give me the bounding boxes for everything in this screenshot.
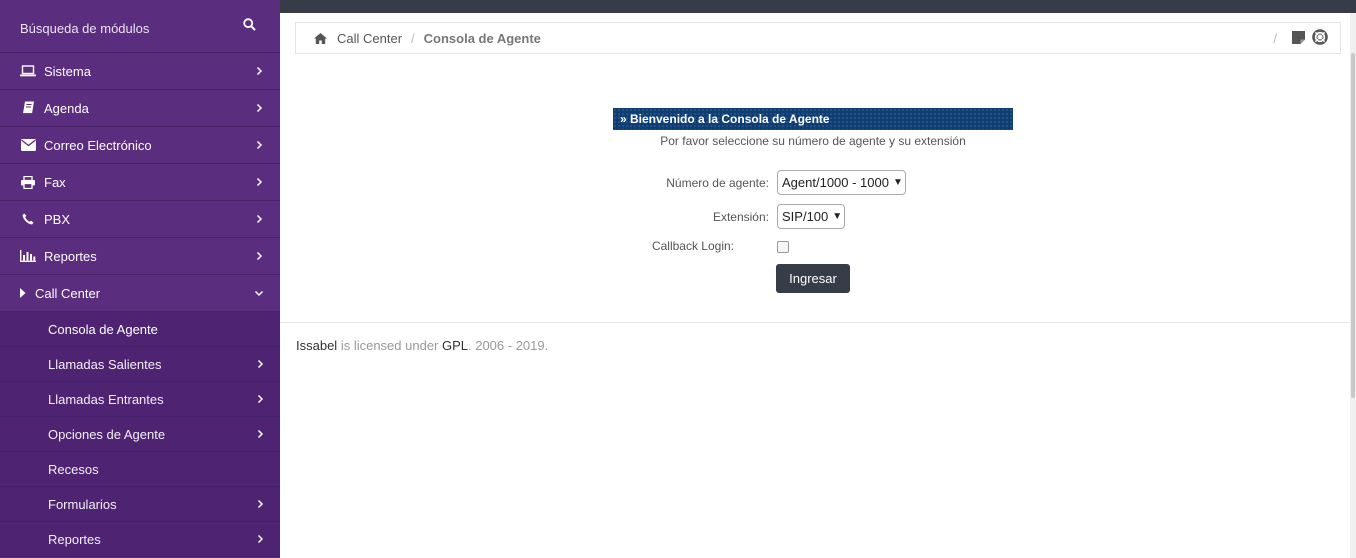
sidebar-item-label: Agenda	[44, 100, 89, 116]
caret-right-icon	[20, 286, 30, 300]
printer-icon	[20, 175, 36, 189]
submenu-item-label: Formularios	[48, 496, 117, 512]
help-lifebuoy-icon[interactable]	[1312, 29, 1328, 48]
footer-text: is licensed under	[337, 338, 442, 353]
breadcrumb-parent[interactable]: Call Center	[337, 31, 402, 46]
submenu-item-label: Reportes	[48, 531, 101, 547]
envelope-icon	[20, 138, 36, 152]
sticky-note-icon[interactable]	[1291, 30, 1306, 48]
chevron-right-icon	[257, 497, 264, 512]
submenu-item-label: Consola de Agente	[48, 321, 158, 337]
chevron-down-icon	[254, 290, 264, 297]
submenu-item-label: Llamadas Salientes	[48, 356, 162, 372]
breadcrumb-actions-separator: /	[1273, 31, 1277, 46]
footer-license-link[interactable]: GPL	[442, 338, 468, 353]
callback-login-checkbox[interactable]	[777, 241, 789, 253]
bar-chart-icon	[20, 249, 36, 263]
submenu-item-label: Opciones de Agente	[48, 426, 166, 442]
dropdown-arrow-icon: ▼	[832, 211, 843, 222]
agent-number-select[interactable]: Agent/1000 - 1000 ▼	[777, 170, 906, 195]
extension-select[interactable]: SIP/100 ▼	[777, 204, 845, 229]
sidebar-item-label: Reportes	[44, 248, 97, 264]
submenu-item-opciones-de-agente[interactable]: Opciones de Agente	[0, 417, 280, 452]
module-search[interactable]: Búsqueda de módulos	[0, 0, 280, 53]
search-icon[interactable]	[243, 17, 256, 34]
phone-icon	[20, 212, 36, 226]
chevron-right-icon	[254, 66, 264, 76]
breadcrumb-current: Consola de Agente	[423, 30, 541, 46]
chevron-right-icon	[257, 357, 264, 372]
page-scrollbar[interactable]	[1350, 13, 1356, 558]
dropdown-arrow-icon: ▼	[892, 177, 903, 188]
breadcrumb: Call Center / Consola de Agente /	[295, 22, 1341, 54]
footer-years: . 2006 - 2019.	[468, 338, 549, 353]
chevron-right-icon	[254, 214, 264, 224]
sidebar-item-correo[interactable]: Correo Electrónico	[0, 127, 280, 164]
sidebar-item-sistema[interactable]: Sistema	[0, 53, 280, 90]
sidebar-item-label: Fax	[44, 174, 66, 190]
home-icon[interactable]	[314, 32, 327, 44]
agent-number-label: Número de agente:	[666, 176, 769, 190]
sidebar-item-pbx[interactable]: PBX	[0, 201, 280, 238]
submenu-item-consola-de-agente[interactable]: Consola de Agente	[0, 312, 280, 347]
submenu-item-formularios[interactable]: Formularios	[0, 487, 280, 522]
sidebar-item-call-center[interactable]: Call Center	[0, 275, 280, 312]
submenu-item-llamadas-entrantes[interactable]: Llamadas Entrantes	[0, 382, 280, 417]
sidebar-item-label: Call Center	[35, 285, 101, 301]
chevron-right-icon	[254, 103, 264, 113]
sidebar-item-label: Sistema	[44, 63, 91, 79]
top-bar	[280, 0, 1356, 13]
submenu-item-reportes[interactable]: Reportes	[0, 522, 280, 557]
footer: Issabel is licensed under GPL. 2006 - 20…	[296, 338, 548, 353]
submenu-item-recesos[interactable]: Recesos	[0, 452, 280, 487]
chevron-right-icon	[257, 427, 264, 442]
sidebar-item-fax[interactable]: Fax	[0, 164, 280, 201]
laptop-icon	[20, 64, 36, 78]
panel-title: » Bienvenido a la Consola de Agente	[613, 108, 1013, 130]
breadcrumb-actions: /	[1273, 29, 1328, 48]
chevron-right-icon	[257, 392, 264, 407]
submenu-item-llamadas-salientes[interactable]: Llamadas Salientes	[0, 347, 280, 382]
chevron-right-icon	[257, 532, 264, 547]
sidebar-item-label: Correo Electrónico	[44, 137, 152, 153]
call-center-submenu: Consola de Agente Llamadas Salientes Lla…	[0, 312, 280, 557]
extension-value: SIP/100	[782, 209, 829, 224]
module-search-label: Búsqueda de módulos	[20, 20, 150, 36]
callback-login-label: Callback Login:	[651, 239, 734, 253]
agent-number-value: Agent/1000 - 1000	[782, 175, 889, 190]
chevron-right-icon	[254, 140, 264, 150]
submenu-item-label: Llamadas Entrantes	[48, 391, 164, 407]
book-icon	[20, 101, 36, 115]
chevron-right-icon	[254, 177, 264, 187]
scrollbar-thumb[interactable]	[1351, 53, 1355, 398]
ingresar-button[interactable]: Ingresar	[776, 264, 850, 293]
footer-divider	[280, 322, 1350, 323]
sidebar-item-label: PBX	[44, 211, 71, 227]
footer-brand-link[interactable]: Issabel	[296, 338, 337, 353]
sidebar: Búsqueda de módulos Sistema Agenda Corre…	[0, 0, 280, 558]
extension-label: Extensión:	[712, 210, 769, 224]
sidebar-item-reportes[interactable]: Reportes	[0, 238, 280, 275]
breadcrumb-separator: /	[411, 30, 415, 46]
submenu-item-label: Recesos	[48, 461, 99, 477]
panel-subtitle: Por favor seleccione su número de agente…	[660, 134, 966, 148]
sidebar-item-agenda[interactable]: Agenda	[0, 90, 280, 127]
chevron-right-icon	[254, 251, 264, 261]
